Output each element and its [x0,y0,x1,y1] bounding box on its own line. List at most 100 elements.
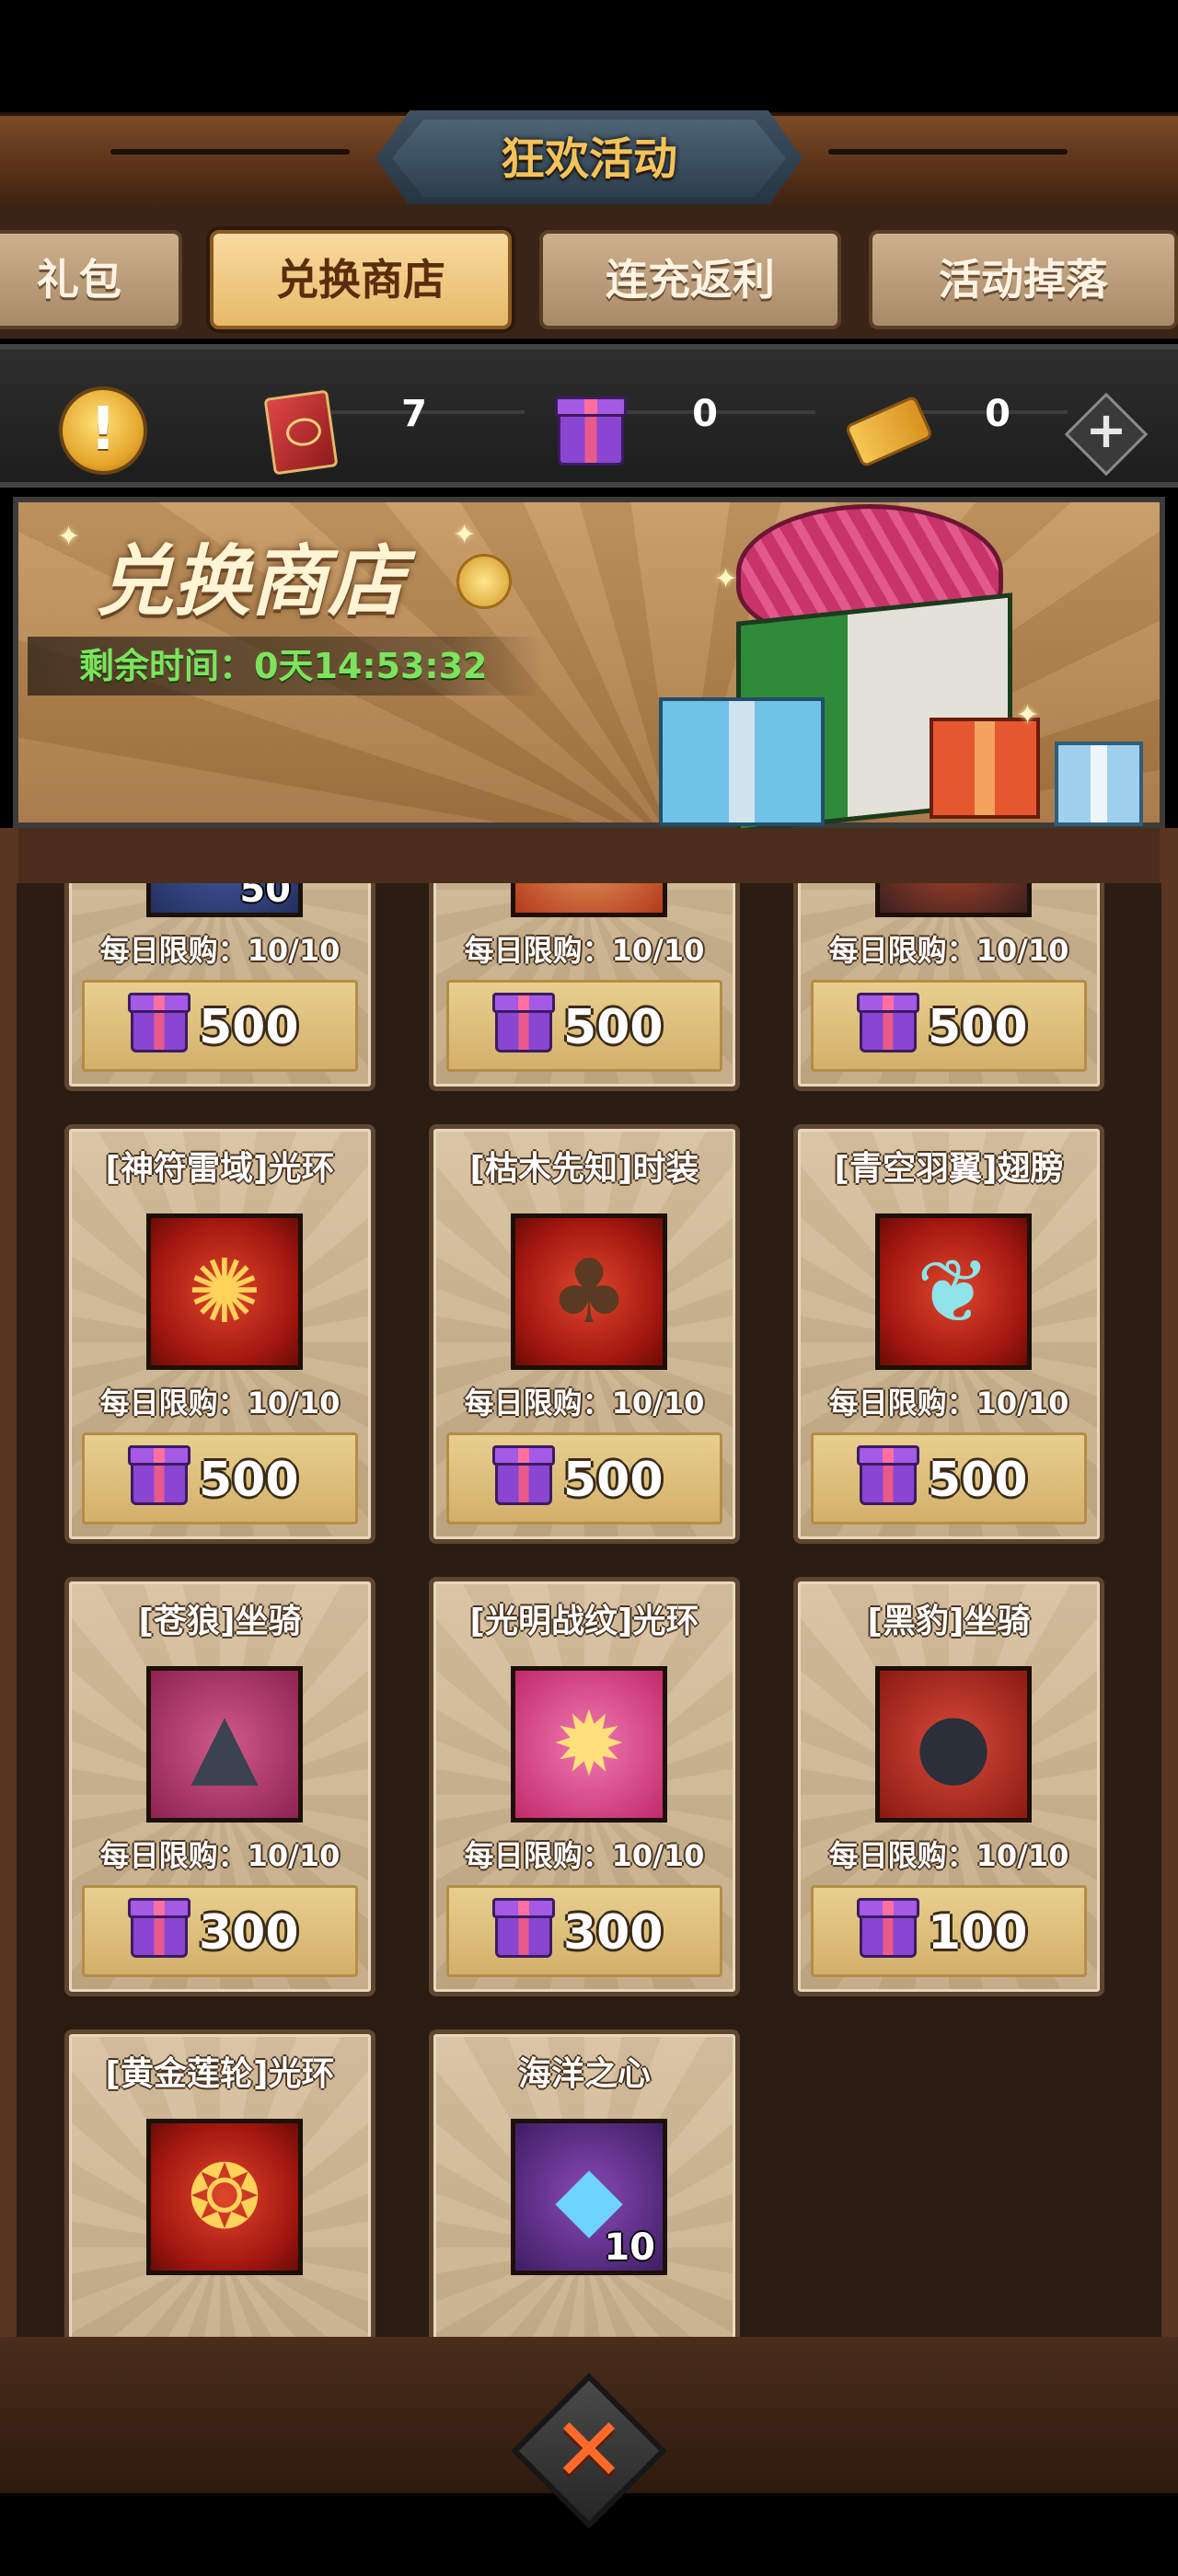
shop-item-card[interactable]: 每日限购：10/10 500 [429,883,740,1091]
shop-item-card[interactable]: 海洋之心 ◆ 10 [429,2030,740,2337]
ocean-heart-gem-icon: ◆ 10 [511,2119,667,2275]
shop-item-card[interactable]: [枯木先知]时装 ♣ 每日限购：10/10 500 [429,1124,740,1544]
price-tag[interactable]: 500 [82,1432,358,1524]
banner-title: 兑换商店 [96,536,406,627]
azure-wings-icon: ❦ [875,1213,1032,1370]
item-title: [神符雷域]光环 [105,1150,335,1188]
shop-item-card[interactable]: [光明战纹]光环 ✹ 每日限购：10/10 300 [429,1577,740,1996]
price-tag[interactable]: 500 [446,980,722,1072]
currency-value-gift: 0 [692,393,718,435]
wings-glyph-icon: ❦ [916,1240,991,1343]
price-value: 500 [928,1453,1028,1508]
remaining-time: 剩余时间：0天14:53:32 [79,646,488,686]
shop-item-card[interactable]: 50 每日限购：10/10 500 [64,883,375,1091]
sparkle-icon: ✦ [57,521,81,553]
panther-glyph-icon: ● [915,1693,992,1796]
item-title: [黄金莲轮]光环 [105,2055,335,2093]
price-value: 500 [199,1000,299,1055]
shop-item-grid[interactable]: 50 每日限购：10/10 500 每日限购：10/10 500 每日限购：10… [17,883,1161,2337]
shop-item-card[interactable]: [苍狼]坐骑 ▲ 每日限购：10/10 300 [64,1577,375,1996]
price-tag[interactable]: 500 [82,980,358,1072]
daily-limit: 每日限购：10/10 [99,1838,341,1873]
price-value: 500 [199,1453,299,1508]
sparkle-icon: ✦ [1016,699,1040,731]
price-tag[interactable]: 500 [446,1432,722,1524]
item-title: 海洋之心 [517,2055,651,2093]
gift-box-art [659,697,825,826]
header-ornament-right [828,149,1068,155]
daily-limit: 每日限购：10/10 [828,1838,1069,1873]
item-title: [光明战纹]光环 [469,1603,699,1640]
wolf-glyph-icon: ▲ [191,1693,259,1796]
hero-portrait-icon [511,883,667,917]
gift-box-icon [857,993,919,1052]
tab-gift-pack[interactable]: 礼包 [0,230,182,329]
shop-item-card[interactable]: [黄金莲轮]光环 ❂ [64,2030,375,2337]
price-tag[interactable]: 500 [811,1432,1087,1524]
daily-limit: 每日限购：10/10 [464,933,705,968]
tab-event-drops[interactable]: 活动掉落 [869,230,1178,329]
price-value: 500 [563,1453,664,1508]
daily-limit: 每日限购：10/10 [828,933,1069,968]
gift-box-icon [128,993,191,1052]
coin-icon [456,554,512,609]
price-value: 500 [928,1000,1028,1055]
gift-box-art [1055,742,1143,826]
shop-item-card[interactable]: 每日限购：10/10 500 [793,883,1104,1091]
star-glyph-icon: ✹ [551,1693,627,1796]
gift-box-icon [492,1445,555,1505]
hero-portrait-icon [875,883,1032,917]
grey-wolf-mount-icon: ▲ [146,1666,303,1823]
price-value: 500 [563,1000,664,1055]
tree-prophet-costume-icon: ♣ [511,1213,667,1370]
exclamation-icon[interactable]: ! [59,386,147,475]
black-panther-mount-icon: ● [875,1666,1032,1823]
shop-item-card[interactable]: [青空羽翼]翅膀 ❦ 每日限购：10/10 500 [793,1124,1104,1544]
tree-glyph-icon: ♣ [549,1240,629,1343]
red-book-icon [263,389,339,476]
tab-exchange-shop[interactable]: 兑换商店 [210,230,512,329]
gift-box-icon [128,1898,191,1958]
gift-box-icon [492,993,555,1052]
currency-value-book: 7 [401,393,427,435]
item-quantity: 50 [239,883,291,911]
radiant-halo-icon: ✹ [511,1666,667,1823]
item-title: [黑豹]坐骑 [867,1603,1031,1640]
price-tag[interactable]: 300 [82,1885,358,1977]
daily-limit: 每日限购：10/10 [828,1386,1069,1420]
price-tag[interactable]: 500 [811,980,1087,1072]
gift-box-icon [128,1445,191,1505]
golden-rune-halo-icon: ✺ [146,1213,303,1370]
gift-box-icon [492,1898,555,1958]
gift-box-icon [857,1898,919,1958]
item-title: [青空羽翼]翅膀 [834,1150,1064,1188]
hero-portrait-icon: 50 [146,883,303,917]
tab-recharge-rebate[interactable]: 连充返利 [539,230,841,329]
header-ornament-left [110,149,350,155]
daily-limit: 每日限购：10/10 [99,1386,341,1420]
price-value: 300 [563,1905,664,1961]
item-title: [枯木先知]时装 [469,1150,699,1188]
daily-limit: 每日限购：10/10 [464,1838,705,1873]
gift-box-art [930,718,1040,819]
daily-limit: 每日限购：10/10 [99,933,341,968]
frame-edge-right [1160,828,1178,2392]
close-icon: ✕ [551,2398,627,2501]
currency-value-ticket: 0 [985,393,1011,435]
gift-box-icon [857,1445,919,1505]
price-tag[interactable]: 100 [811,1885,1087,1977]
price-tag[interactable]: 300 [446,1885,722,1977]
golden-lotus-halo-icon: ❂ [146,2119,303,2275]
plus-icon: + [1085,401,1127,459]
price-value: 300 [199,1905,299,1961]
gift-box-icon [555,397,627,466]
daily-limit: 每日限购：10/10 [464,1386,705,1420]
frame-edge-left [0,828,18,2392]
price-value: 100 [928,1905,1028,1961]
item-quantity: 10 [604,2226,655,2269]
shop-item-card[interactable]: [黑豹]坐骑 ● 每日限购：10/10 100 [793,1577,1104,1996]
sun-glyph-icon: ✺ [187,1240,262,1343]
item-title: [苍狼]坐骑 [138,1603,302,1640]
shop-item-card[interactable]: [神符雷域]光环 ✺ 每日限购：10/10 500 [64,1124,375,1544]
lotus-glyph-icon: ❂ [187,2145,262,2248]
